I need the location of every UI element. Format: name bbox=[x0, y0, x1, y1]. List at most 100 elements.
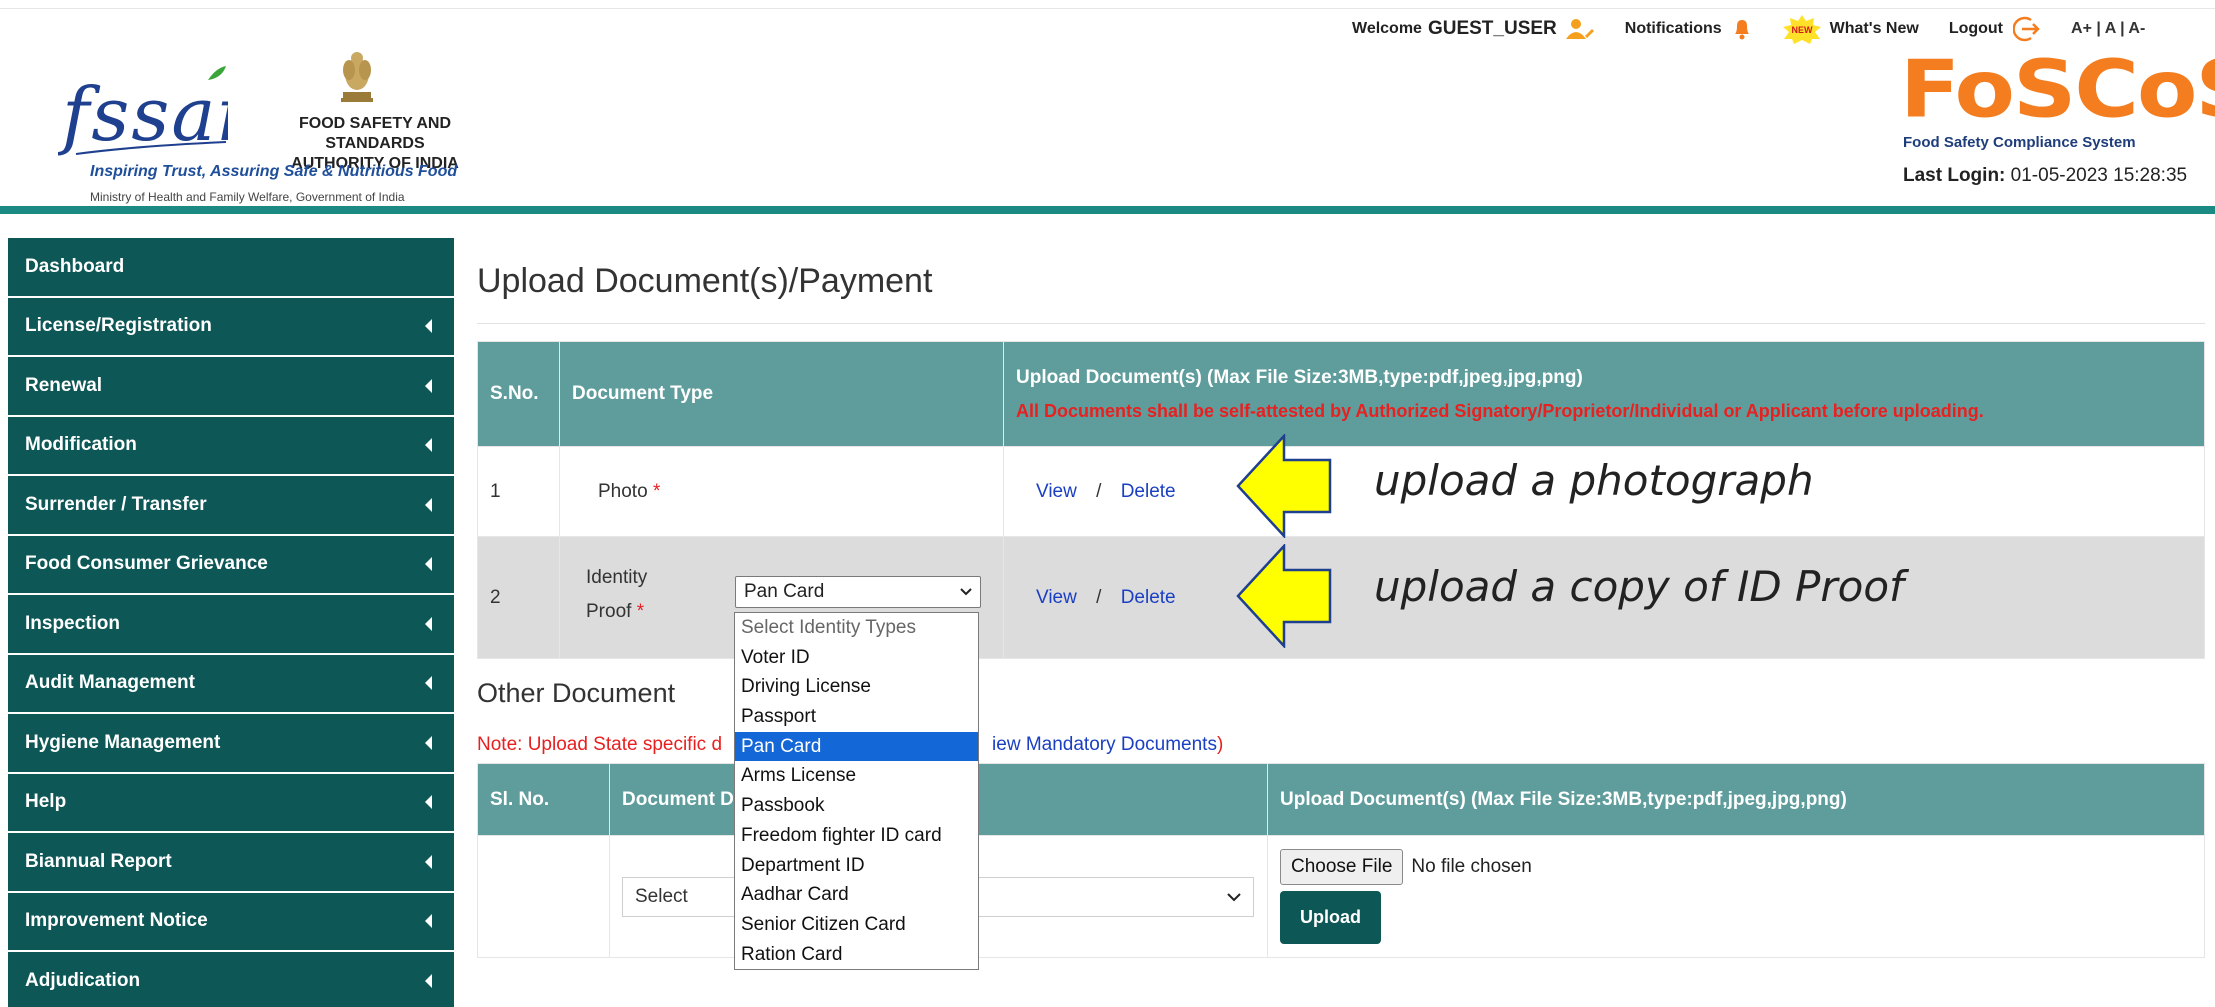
page-title: Upload Document(s)/Payment bbox=[477, 262, 933, 300]
sidebar-item-label: Modification bbox=[25, 434, 137, 456]
dropdown-option[interactable]: Aadhar Card bbox=[735, 880, 978, 910]
sidebar-item-inspection[interactable]: Inspection bbox=[8, 595, 454, 655]
doc-type-line1: Identity bbox=[586, 567, 648, 588]
dropdown-option[interactable]: Freedom fighter ID card bbox=[735, 821, 978, 851]
annotation-id-proof: upload a copy of ID Proof bbox=[1374, 562, 1904, 611]
dropdown-option[interactable]: Arms License bbox=[735, 761, 978, 791]
sidebar-item-adjudication[interactable]: Adjudication bbox=[8, 952, 454, 1007]
last-login-label: Last Login: bbox=[1903, 165, 2006, 186]
logout-link[interactable]: Logout bbox=[1949, 15, 2041, 43]
fssai-logo: fssai bbox=[58, 66, 228, 158]
col-slno: Sl. No. bbox=[477, 763, 610, 836]
notifications-link[interactable]: Notifications bbox=[1625, 18, 1752, 40]
sidebar-item-modification[interactable]: Modification bbox=[8, 416, 454, 476]
caret-left-icon bbox=[425, 497, 432, 512]
caret-left-icon bbox=[425, 735, 432, 750]
sidebar-item-label: Adjudication bbox=[25, 969, 141, 991]
dropdown-option[interactable]: Passbook bbox=[735, 791, 978, 821]
sidebar-item-surrender-transfer[interactable]: Surrender / Transfer bbox=[8, 476, 454, 536]
tagline: Inspiring Trust, Assuring Safe & Nutriti… bbox=[90, 163, 458, 180]
delete-link[interactable]: Delete bbox=[1121, 587, 1176, 608]
sidebar-item-license-registration[interactable]: License/Registration bbox=[8, 297, 454, 357]
annotation-photo: upload a photograph bbox=[1374, 456, 1814, 505]
whats-new-link[interactable]: NEW What's New bbox=[1782, 14, 1919, 44]
row-doc-type: Photo * bbox=[559, 446, 1004, 537]
top-divider bbox=[0, 8, 2215, 9]
chevron-down-icon bbox=[1227, 892, 1241, 901]
header-accent-bar bbox=[0, 206, 2215, 214]
dropdown-option[interactable]: Voter ID bbox=[735, 643, 978, 673]
dropdown-option-selected[interactable]: Pan Card bbox=[735, 731, 978, 762]
dropdown-option[interactable]: Select Identity Types bbox=[735, 613, 978, 643]
dropdown-option[interactable]: Driving License bbox=[735, 672, 978, 702]
col-upload-label: Upload Document(s) (Max File Size:3MB,ty… bbox=[1016, 366, 1583, 388]
sidebar-item-label: License/Registration bbox=[25, 315, 212, 337]
sidebar-item-audit-management[interactable]: Audit Management bbox=[8, 654, 454, 714]
ministry-text: Ministry of Health and Family Welfare, G… bbox=[90, 190, 405, 204]
title-divider bbox=[477, 323, 2205, 324]
sidebar-item-label: Inspection bbox=[25, 612, 121, 634]
site-header: fssai FOOD SAFETY AND STANDARDS AUTHORIT… bbox=[0, 0, 2215, 214]
sidebar-item-label: Improvement Notice bbox=[25, 910, 208, 932]
action-separator: / bbox=[1096, 480, 1102, 502]
last-login-value: 01-05-2023 15:28:35 bbox=[2010, 165, 2188, 186]
sidebar-item-label: Hygiene Management bbox=[25, 731, 221, 753]
required-marker: * bbox=[636, 601, 645, 622]
sidebar-item-hygiene-management[interactable]: Hygiene Management bbox=[8, 714, 454, 774]
new-badge-text: NEW bbox=[1791, 25, 1813, 35]
action-separator: / bbox=[1096, 586, 1102, 608]
foscos-subtitle: Food Safety Compliance System bbox=[1903, 134, 2136, 151]
caret-left-icon bbox=[425, 973, 432, 988]
last-login: Last Login: 01-05-2023 15:28:35 bbox=[1903, 165, 2187, 187]
identity-type-select[interactable]: Pan Card bbox=[735, 576, 981, 608]
doc-type-label: Photo bbox=[598, 480, 648, 502]
sidebar-item-label: Renewal bbox=[25, 374, 103, 396]
dropdown-option[interactable]: Ration Card bbox=[735, 940, 978, 970]
sidebar-item-label: Biannual Report bbox=[25, 850, 172, 872]
row-upload: Choose File No file chosen Upload bbox=[1267, 835, 2205, 958]
org-name-line1: FOOD SAFETY AND STANDARDS bbox=[298, 115, 451, 152]
table-header-row: S.No. Document Type Upload Document(s) (… bbox=[477, 341, 2205, 447]
caret-left-icon bbox=[425, 319, 432, 334]
notifications-label: Notifications bbox=[1624, 20, 1722, 37]
sidebar-item-improvement-notice[interactable]: Improvement Notice bbox=[8, 892, 454, 952]
identity-type-selected: Pan Card bbox=[744, 581, 825, 602]
view-link[interactable]: View bbox=[1036, 481, 1077, 502]
sidebar-item-food-consumer-grievance[interactable]: Food Consumer Grievance bbox=[8, 535, 454, 595]
new-badge-icon: NEW bbox=[1782, 15, 1821, 44]
sidebar-item-biannual-report[interactable]: Biannual Report bbox=[8, 833, 454, 893]
font-size-controls[interactable]: A+ | A | A- bbox=[2071, 20, 2145, 38]
dropdown-option[interactable]: Senior Citizen Card bbox=[735, 910, 978, 940]
identity-type-dropdown: Select Identity Types Voter ID Driving L… bbox=[734, 612, 979, 971]
row-slno bbox=[477, 835, 610, 958]
dropdown-option[interactable]: Passport bbox=[735, 702, 978, 732]
note-suffix: ) bbox=[1216, 734, 1224, 755]
dropdown-option[interactable]: Department ID bbox=[735, 851, 978, 881]
delete-link[interactable]: Delete bbox=[1121, 481, 1176, 502]
upload-button[interactable]: Upload bbox=[1280, 891, 1381, 944]
caret-left-icon bbox=[425, 795, 432, 810]
arrow-left-icon bbox=[1236, 434, 1332, 538]
sidebar-item-label: Food Consumer Grievance bbox=[25, 553, 268, 575]
identity-proof-label: Identity Proof * bbox=[586, 561, 647, 629]
sidebar-item-dashboard[interactable]: Dashboard bbox=[8, 238, 454, 298]
col-upload: Upload Document(s) (Max File Size:3MB,ty… bbox=[1267, 763, 2205, 836]
row-sno: 2 bbox=[477, 536, 560, 659]
view-mandatory-documents-link[interactable]: iew Mandatory Documents bbox=[992, 734, 1217, 755]
file-input[interactable]: Choose File No file chosen bbox=[1280, 849, 2192, 885]
bell-icon bbox=[1734, 20, 1749, 40]
sidebar-item-label: Audit Management bbox=[25, 672, 195, 694]
sidebar-item-label: Help bbox=[25, 791, 67, 813]
user-edit-icon bbox=[1565, 19, 1594, 39]
sidebar-item-help[interactable]: Help bbox=[8, 773, 454, 833]
caret-left-icon bbox=[425, 676, 432, 691]
document-select-value: Select bbox=[635, 885, 688, 907]
choose-file-button[interactable]: Choose File bbox=[1280, 849, 1404, 885]
welcome-user[interactable]: Welcome GUEST_USER bbox=[1352, 18, 1595, 40]
required-marker: * bbox=[652, 480, 661, 502]
sidebar-item-renewal[interactable]: Renewal bbox=[8, 357, 454, 417]
view-link[interactable]: View bbox=[1036, 587, 1077, 608]
sidebar-nav: Dashboard License/Registration Renewal M… bbox=[8, 238, 454, 1007]
arrow-left-icon bbox=[1236, 544, 1332, 648]
other-document-title: Other Document bbox=[477, 678, 676, 708]
